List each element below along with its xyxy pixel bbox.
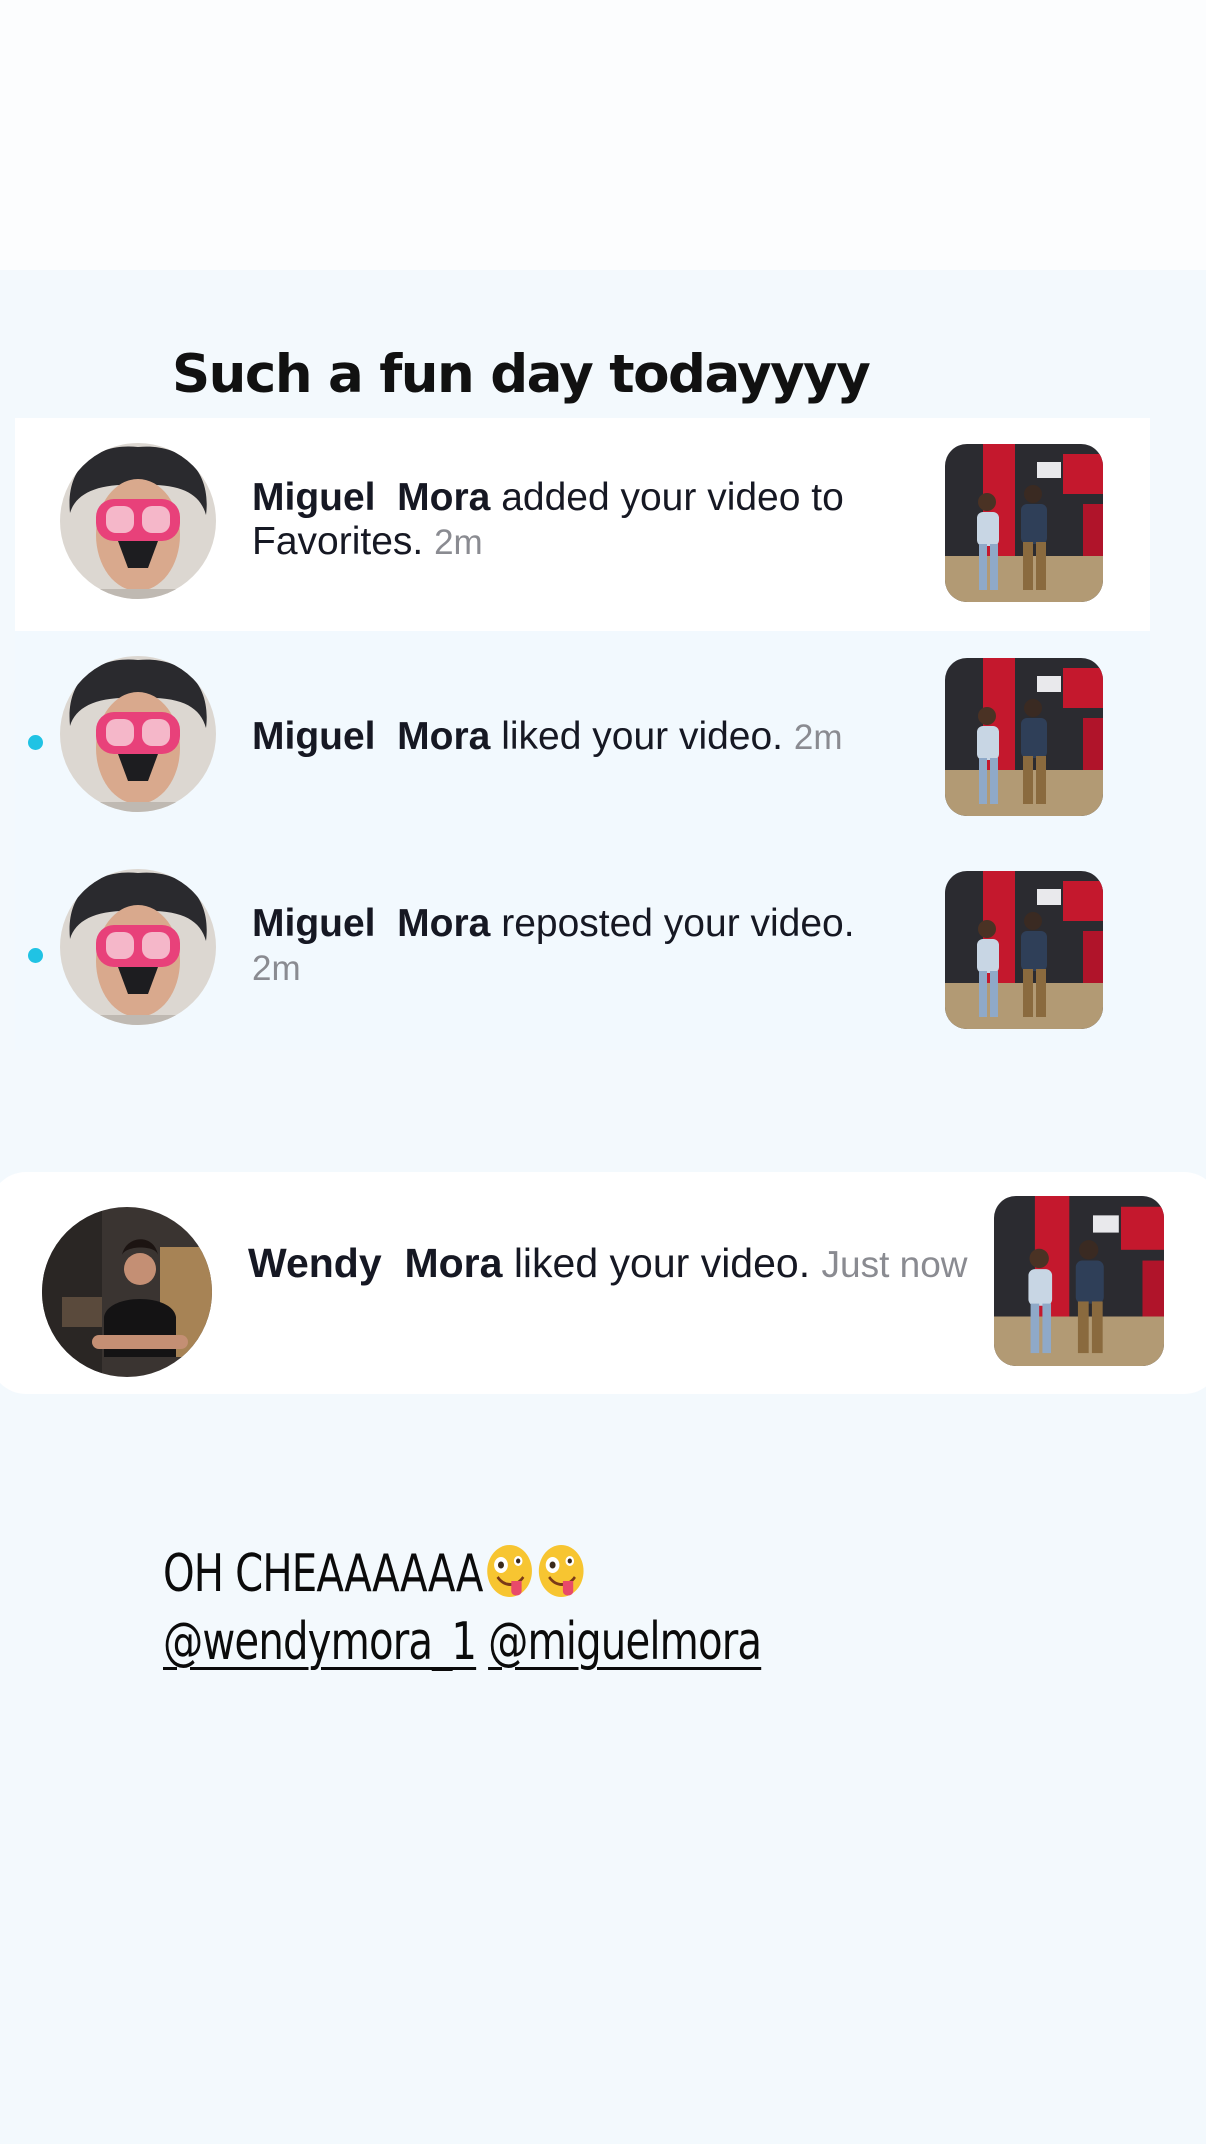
notification-time: 2m [252, 949, 301, 988]
miguel-avatar-image [60, 869, 216, 1025]
notification-row[interactable]: Miguel Mora added your video to Favorite… [15, 418, 1150, 631]
avatar[interactable] [60, 656, 216, 812]
notification-text: Miguel Mora added your video to Favorite… [252, 476, 892, 565]
notification-action: liked your video. [501, 715, 784, 758]
notification-row[interactable]: Miguel Mora reposted your video. 2m [15, 844, 1150, 1057]
username[interactable]: Miguel Mora [252, 476, 490, 519]
notification-list: Miguel Mora added your video to Favorite… [15, 418, 1150, 1050]
story-caption: OH CHEAAAAAA @wendymora_1 @miguelmora [163, 1540, 762, 1676]
unread-dot-icon [28, 948, 43, 963]
video-thumbnail-image [945, 871, 1103, 1029]
zany-face-emoji-icon [486, 1543, 534, 1599]
notification-text: Wendy Mora liked your video. Just now [248, 1240, 968, 1288]
miguel-avatar-image [60, 656, 216, 812]
caption-text: OH CHEAAAAAA [163, 1544, 483, 1604]
zany-face-emoji-icon [538, 1543, 586, 1599]
notification-time: 2m [793, 718, 843, 757]
notification-row[interactable]: Miguel Mora liked your video. 2m [15, 631, 1150, 844]
username[interactable]: Wendy Mora [248, 1240, 502, 1286]
unread-dot-icon [28, 735, 43, 750]
caption-mentions: @wendymora_1 @miguelmora [163, 1608, 762, 1676]
story-top-area [0, 0, 1206, 270]
notification-card-wendy[interactable]: Wendy Mora liked your video. Just now [0, 1172, 1206, 1394]
notification-time: Just now [821, 1244, 968, 1285]
caption-line: OH CHEAAAAAA [163, 1540, 761, 1608]
notification-action: reposted your video. [501, 902, 855, 945]
avatar[interactable] [60, 443, 216, 599]
video-thumbnail[interactable] [945, 871, 1103, 1029]
avatar[interactable] [42, 1207, 212, 1377]
notification-time: 2m [434, 523, 483, 562]
video-thumbnail-image [945, 658, 1103, 816]
video-thumbnail[interactable] [994, 1196, 1164, 1366]
mention-link[interactable]: @wendymora_1 [163, 1612, 477, 1672]
video-thumbnail-image [994, 1196, 1164, 1366]
video-thumbnail-image [945, 444, 1103, 602]
mention-link[interactable]: @miguelmora [488, 1612, 762, 1672]
notification-action: liked your video. [513, 1240, 811, 1286]
username[interactable]: Miguel Mora [252, 715, 490, 758]
video-thumbnail[interactable] [945, 444, 1103, 602]
avatar[interactable] [60, 869, 216, 1025]
username[interactable]: Miguel Mora [252, 902, 490, 945]
wendy-avatar-image [42, 1207, 212, 1377]
video-thumbnail[interactable] [945, 658, 1103, 816]
story-title: Such a fun day todayyyy [172, 344, 871, 405]
notification-text: Miguel Mora liked your video. 2m [252, 715, 892, 760]
miguel-avatar-image [60, 443, 216, 599]
notification-text: Miguel Mora reposted your video. 2m [252, 902, 892, 991]
